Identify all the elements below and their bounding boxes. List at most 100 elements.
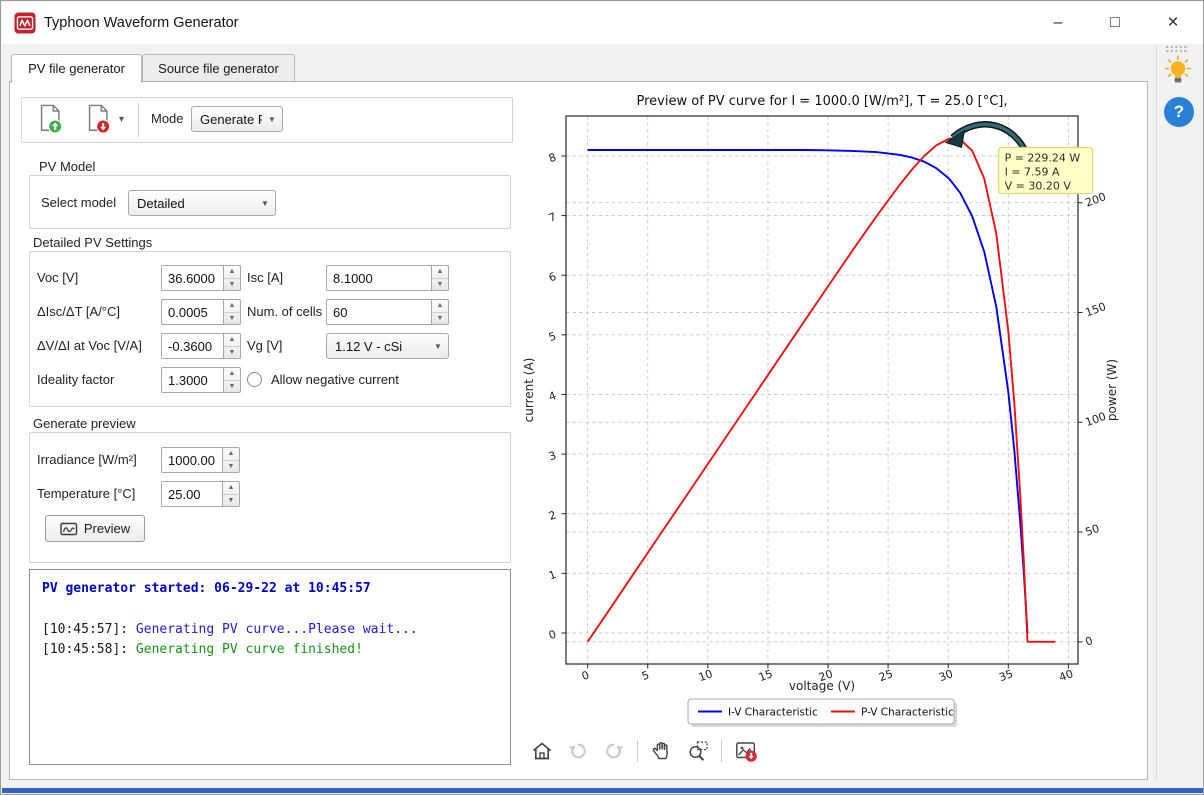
- voc-input[interactable]: [161, 265, 224, 291]
- maximize-button[interactable]: □: [1095, 8, 1135, 38]
- pan-hand-icon: [650, 739, 674, 763]
- load-file-button[interactable]: [33, 103, 67, 137]
- zoom-button[interactable]: [685, 739, 710, 764]
- voc-spinbox[interactable]: ▲▼: [161, 265, 241, 291]
- dv-di-spinbox[interactable]: ▲▼: [161, 333, 241, 359]
- preview-button[interactable]: Preview: [45, 515, 145, 542]
- home-icon: [530, 739, 554, 763]
- svg-text:25: 25: [877, 667, 895, 684]
- spinner-down-icon[interactable]: ▼: [432, 279, 448, 291]
- irradiance-spinner-buttons[interactable]: ▲▼: [223, 447, 240, 473]
- close-button[interactable]: ×: [1153, 8, 1193, 38]
- isc-spinbox[interactable]: ▲▼: [326, 265, 449, 291]
- temperature-spinner-buttons[interactable]: ▲▼: [223, 481, 240, 507]
- num-cells-spinner-buttons[interactable]: ▲▼: [432, 299, 449, 325]
- generate-file-dropdown-caret[interactable]: ▾: [119, 114, 124, 125]
- minimize-button[interactable]: –: [1038, 8, 1078, 38]
- svg-text:6: 6: [547, 270, 558, 285]
- spinner-down-icon[interactable]: ▼: [224, 381, 240, 393]
- generate-preview-caption: Generate preview: [31, 416, 138, 431]
- voc-spinner-buttons[interactable]: ▲▼: [224, 265, 241, 291]
- svg-text:0: 0: [1084, 634, 1095, 649]
- spinner-up-icon[interactable]: ▲: [224, 334, 240, 347]
- voc-label: Voc [V]: [37, 265, 78, 291]
- help-button[interactable]: ?: [1164, 97, 1194, 127]
- tab-source-file-generator[interactable]: Source file generator: [142, 54, 295, 81]
- ideality-input[interactable]: [161, 367, 224, 393]
- disc-dt-spinner-buttons[interactable]: ▲▼: [224, 299, 241, 325]
- disc-dt-label: ΔIsc/ΔT [A/°C]: [37, 299, 120, 325]
- allow-negative-radio[interactable]: [247, 372, 262, 387]
- log-timestamp: [10:45:57]:: [42, 622, 136, 637]
- vg-label: Vg [V]: [247, 333, 282, 359]
- svg-text:Preview of PV curve for I = 10: Preview of PV curve for I = 1000.0 [W/m²…: [637, 94, 1008, 109]
- svg-text:current (A): current (A): [522, 358, 536, 423]
- svg-text:8: 8: [547, 151, 558, 166]
- ideality-spinner-buttons[interactable]: ▲▼: [224, 367, 241, 393]
- plot-toolbar: [529, 737, 758, 765]
- dv-di-spinner-buttons[interactable]: ▲▼: [224, 333, 241, 359]
- undo-arrow-icon: [566, 739, 590, 763]
- isc-input[interactable]: [326, 265, 432, 291]
- spinner-down-icon[interactable]: ▼: [224, 279, 240, 291]
- num-cells-spinbox[interactable]: ▲▼: [326, 299, 449, 325]
- model-value: Detailed: [129, 196, 255, 211]
- question-mark-icon: ?: [1174, 102, 1184, 121]
- spinner-down-icon[interactable]: ▼: [224, 313, 240, 325]
- num-cells-label: Num. of cells: [247, 299, 322, 325]
- spinner-down-icon[interactable]: ▼: [432, 313, 448, 325]
- select-model-label: Select model: [41, 190, 116, 216]
- spinner-up-icon[interactable]: ▲: [224, 368, 240, 381]
- spinner-up-icon[interactable]: ▲: [223, 448, 239, 461]
- waveform-icon: [60, 521, 78, 537]
- window-title: Typhoon Waveform Generator: [44, 15, 239, 31]
- isc-spinner-buttons[interactable]: ▲▼: [432, 265, 449, 291]
- spinner-down-icon[interactable]: ▼: [224, 347, 240, 359]
- svg-text:1: 1: [547, 568, 558, 583]
- model-select[interactable]: Detailed ▼: [128, 190, 276, 216]
- allow-negative-label: Allow negative current: [271, 372, 399, 388]
- disc-dt-spinbox[interactable]: ▲▼: [161, 299, 241, 325]
- irradiance-input[interactable]: [161, 447, 223, 473]
- toolbar-separator: [138, 103, 139, 137]
- num-cells-input[interactable]: [326, 299, 432, 325]
- home-button[interactable]: [529, 739, 554, 764]
- irradiance-spinbox[interactable]: ▲▼: [161, 447, 240, 473]
- back-button[interactable]: [565, 739, 590, 764]
- spinner-down-icon[interactable]: ▼: [223, 461, 239, 473]
- save-figure-button[interactable]: [733, 739, 758, 764]
- spinner-up-icon[interactable]: ▲: [223, 482, 239, 495]
- disc-dt-input[interactable]: [161, 299, 224, 325]
- log-output[interactable]: PV generator started: 06-29-22 at 10:45:…: [29, 569, 511, 765]
- vg-value: 1.12 V - cSi: [327, 339, 428, 354]
- isc-label: Isc [A]: [247, 265, 283, 291]
- vg-select[interactable]: 1.12 V - cSi ▼: [326, 333, 449, 359]
- spinner-up-icon[interactable]: ▲: [224, 266, 240, 279]
- spinner-up-icon[interactable]: ▲: [224, 300, 240, 313]
- dv-di-label: ΔV/ΔI at Voc [V/A]: [37, 333, 142, 359]
- spinner-up-icon[interactable]: ▲: [432, 300, 448, 313]
- forward-button[interactable]: [601, 739, 626, 764]
- svg-text:30: 30: [937, 667, 955, 684]
- spinner-up-icon[interactable]: ▲: [432, 266, 448, 279]
- pv-curve-chart: Preview of PV curve for I = 1000.0 [W/m²…: [519, 86, 1146, 738]
- spinner-down-icon[interactable]: ▼: [223, 495, 239, 507]
- save-image-icon: [734, 739, 758, 763]
- svg-text:4: 4: [547, 389, 558, 404]
- svg-text:5: 5: [640, 668, 651, 683]
- temperature-spinbox[interactable]: ▲▼: [161, 481, 240, 507]
- dv-di-input[interactable]: [161, 333, 224, 359]
- ideality-spinbox[interactable]: ▲▼: [161, 367, 241, 393]
- svg-text:3: 3: [547, 449, 558, 464]
- mode-select[interactable]: Generate PV ▼: [191, 106, 283, 132]
- log-entry: [10:45:57]: Generating PV curve...Please…: [42, 620, 498, 640]
- svg-text:7: 7: [547, 210, 558, 225]
- ideality-label: Ideality factor: [37, 367, 114, 393]
- log-message: Generating PV curve...Please wait...: [136, 622, 418, 637]
- tab-pv-file-generator[interactable]: PV file generator: [11, 54, 142, 83]
- irradiance-label: Irradiance [W/m²]: [37, 447, 137, 473]
- generate-file-button[interactable]: [81, 103, 115, 137]
- pan-button[interactable]: [649, 739, 674, 764]
- hint-button[interactable]: [1161, 54, 1195, 90]
- temperature-input[interactable]: [161, 481, 223, 507]
